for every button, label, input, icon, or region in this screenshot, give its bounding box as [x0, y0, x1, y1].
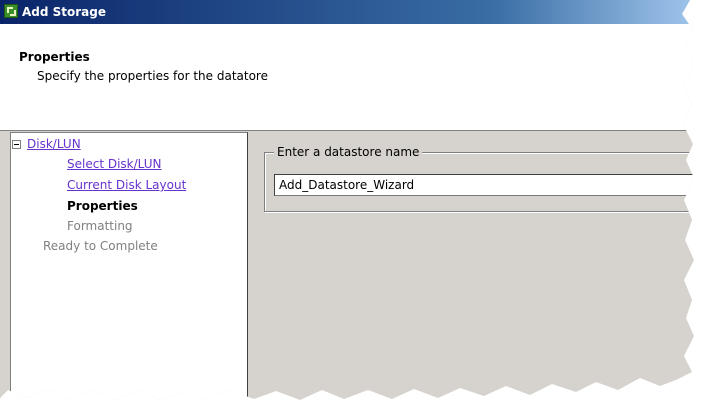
nav-item-properties: Properties: [67, 199, 138, 213]
nav-item-select-disk-lun[interactable]: Select Disk/LUN: [67, 157, 162, 171]
nav-item-current-disk-layout[interactable]: Current Disk Layout: [67, 178, 186, 192]
page-title: Properties: [19, 50, 90, 64]
nav-group-disk-lun[interactable]: Disk/LUN: [27, 137, 81, 151]
datastore-name-input[interactable]: [274, 174, 694, 196]
nav-item-ready-to-complete: Ready to Complete: [43, 239, 158, 253]
collapse-expander-icon[interactable]: [12, 140, 21, 149]
datastore-name-group-label: Enter a datastore name: [274, 145, 423, 159]
page-subtitle: Specify the properties for the datatore: [37, 69, 268, 83]
wizard-header: Properties Specify the properties for th…: [0, 24, 694, 131]
wizard-step-list: [10, 132, 248, 400]
nav-item-formatting: Formatting: [67, 219, 133, 233]
title-bar[interactable]: Add Storage: [0, 0, 694, 24]
add-storage-dialog: Add Storage Properties Specify the prope…: [0, 0, 694, 400]
vsphere-app-icon: [4, 4, 18, 18]
window-title: Add Storage: [22, 5, 107, 19]
